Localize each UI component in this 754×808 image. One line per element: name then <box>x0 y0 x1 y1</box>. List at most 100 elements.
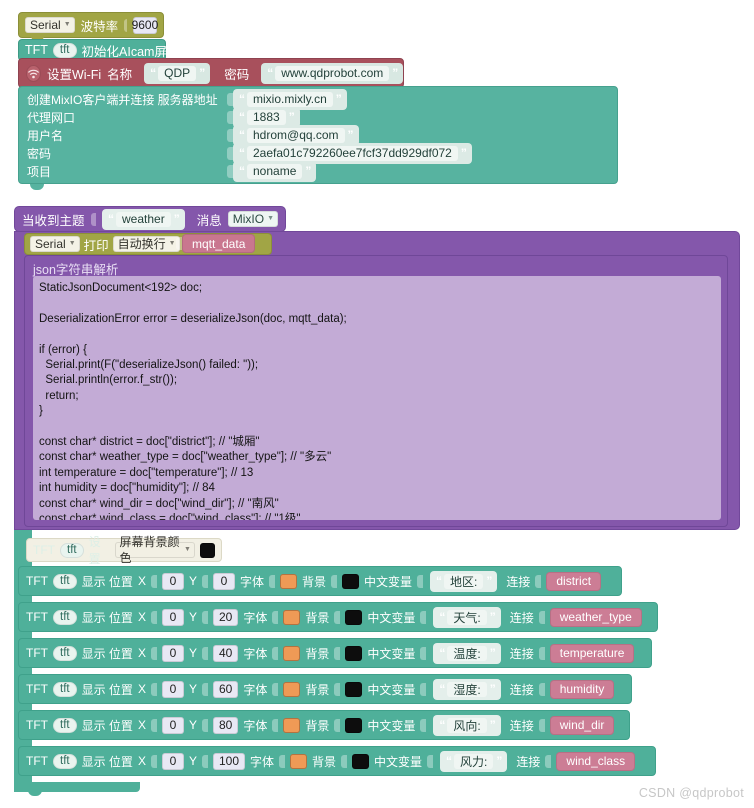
baud-rate-value[interactable]: 9600 <box>132 16 158 34</box>
event-topic-value[interactable]: weather <box>116 211 171 227</box>
mixio-server-value[interactable]: mixio.mixly.cn <box>247 91 333 107</box>
event-message-source-dropdown[interactable]: MixIO ▼ <box>227 211 278 227</box>
tft-y-value[interactable]: 80 <box>212 716 239 734</box>
mixio-row[interactable]: 用户名 “ hdrom@qq.com ” <box>19 124 617 146</box>
serial-setup-block[interactable]: Serial ▼ 波特率 9600 <box>18 12 164 41</box>
tft-object-tag[interactable]: tft <box>53 717 77 733</box>
value-socket <box>341 754 348 768</box>
tft-text-string-block[interactable]: “ 温度: ” <box>433 642 501 664</box>
tft-cn-variable-label: 中文变量 <box>364 574 413 589</box>
mqtt-data-variable-wrapper[interactable]: mqtt_data <box>176 234 256 253</box>
font-color-swatch[interactable] <box>290 753 308 769</box>
tft-text-string-block[interactable]: “ 地区: ” <box>430 570 498 592</box>
blockly-workspace[interactable]: Serial ▼ 波特率 9600 TFT tft 初始化AIcam屏幕 设置W… <box>0 0 754 808</box>
tft-y-value[interactable]: 20 <box>212 608 239 626</box>
tft-display-row[interactable]: TFT tft 显示 位置 X 0 Y 0 字体 背景 中文变量 “ 地区: ”… <box>18 566 622 596</box>
background-color-swatch[interactable] <box>345 681 363 697</box>
tft-x-value[interactable]: 0 <box>161 716 184 734</box>
mixio-username-value[interactable]: hdrom@qq.com <box>247 127 345 143</box>
tft-cn-variable-label: 中文变量 <box>374 754 423 769</box>
chevron-down-icon: ▼ <box>168 240 176 247</box>
tft-text-string-block[interactable]: “ 天气: ” <box>433 606 501 628</box>
code-editor-area[interactable]: StaticJsonDocument<192> doc; Deserializa… <box>33 276 721 520</box>
mixio-project-string-block[interactable]: “ noname ” <box>233 160 317 182</box>
tft-variable-pill[interactable]: weather_type <box>549 607 642 627</box>
background-color-swatch[interactable] <box>345 609 363 625</box>
tft-x-value[interactable]: 0 <box>161 644 184 662</box>
tft-background-property-dropdown[interactable]: 屏幕背景颜色 ▼ <box>114 535 195 565</box>
tft-display-row[interactable]: TFT tft 显示 位置 X 0 Y 100 字体 背景 中文变量 “ 风力:… <box>18 746 656 776</box>
tft-object-tag[interactable]: tft <box>53 573 77 589</box>
tft-text-value[interactable]: 风向: <box>447 717 487 733</box>
tft-display-row[interactable]: TFT tft 显示 位置 X 0 Y 80 字体 背景 中文变量 “ 风向: … <box>18 710 630 740</box>
mixio-row[interactable]: 代理网口 “ 1883 ” <box>19 106 617 128</box>
tft-object-tag[interactable]: tft <box>53 681 77 697</box>
value-socket <box>417 574 424 588</box>
wifi-password-string-block[interactable]: “ www.qdprobot.com ” <box>261 62 404 84</box>
tft-text-string-block[interactable]: “ 湿度: ” <box>433 678 501 700</box>
tft-variable-pill[interactable]: district <box>546 571 602 591</box>
wifi-ssid-string-block[interactable]: “ QDP ” <box>144 62 211 84</box>
tft-y-value[interactable]: 100 <box>212 752 245 770</box>
watermark-text: CSDN @qdprobot <box>638 786 744 800</box>
tft-text-value[interactable]: 温度: <box>447 645 487 661</box>
tft-variable-pill[interactable]: temperature <box>549 643 635 663</box>
mqtt-data-variable[interactable]: mqtt_data <box>182 234 256 253</box>
tft-text-value[interactable]: 天气: <box>447 609 487 625</box>
tft-set-background-color-block[interactable]: TFT tft 设置 屏幕背景颜色 ▼ <box>26 535 222 566</box>
serial-print-mode-dropdown[interactable]: 自动换行 ▼ <box>112 236 180 252</box>
tft-object-tag[interactable]: tft <box>60 542 84 558</box>
tft-object-tag[interactable]: tft <box>53 645 77 661</box>
tft-y-value[interactable]: 40 <box>212 644 239 662</box>
json-string-parse-block[interactable]: json字符串解析 StaticJsonDocument<192> doc; D… <box>24 255 728 527</box>
quote-open-icon: “ <box>239 128 245 142</box>
tft-object-tag[interactable]: tft <box>53 609 77 625</box>
background-color-swatch[interactable] <box>199 542 215 558</box>
background-color-swatch[interactable] <box>342 573 359 589</box>
wifi-setup-block[interactable]: 设置Wi-Fi 名称 “ QDP ” 密码 “ www.qdprobot.com… <box>18 58 404 88</box>
tft-x-value[interactable]: 0 <box>161 608 184 626</box>
event-topic-string-block[interactable]: “ weather ” <box>102 208 185 230</box>
mixio-password-value[interactable]: 2aefa01c792260ee7fcf37dd929df072 <box>247 145 458 161</box>
mixio-row[interactable]: 创建MixIO客户端并连接 服务器地址 “ mixio.mixly.cn ” <box>19 88 617 110</box>
tft-display-row[interactable]: TFT tft 显示 位置 X 0 Y 20 字体 背景 中文变量 “ 天气: … <box>18 602 658 632</box>
tft-text-value[interactable]: 地区: <box>444 573 484 589</box>
tft-x-value[interactable]: 0 <box>161 572 184 590</box>
mixio-row[interactable]: 项目 “ noname ” <box>19 160 617 182</box>
font-color-swatch[interactable] <box>283 609 301 625</box>
tft-variable-pill[interactable]: wind_class <box>556 751 636 771</box>
tft-text-value[interactable]: 湿度: <box>447 681 487 697</box>
wifi-ssid-value[interactable]: QDP <box>158 65 197 81</box>
background-color-swatch[interactable] <box>345 645 363 661</box>
tft-object-tag[interactable]: tft <box>53 753 77 769</box>
tft-x-label: X <box>137 610 146 624</box>
tft-x-value[interactable]: 0 <box>161 680 184 698</box>
value-socket <box>272 718 279 732</box>
mixio-client-block[interactable]: 创建MixIO客户端并连接 服务器地址 “ mixio.mixly.cn ” 代… <box>18 86 618 184</box>
mixio-port-value[interactable]: 1883 <box>247 109 286 125</box>
tft-variable-pill[interactable]: wind_dir <box>549 715 615 735</box>
tft-y-value[interactable]: 60 <box>212 680 239 698</box>
chevron-down-icon: ▼ <box>183 546 191 553</box>
tft-x-value[interactable]: 0 <box>161 752 184 770</box>
tft-text-string-block[interactable]: “ 风力: ” <box>440 750 508 772</box>
font-color-swatch[interactable] <box>283 645 301 661</box>
font-color-swatch[interactable] <box>283 717 301 733</box>
tft-text-string-block[interactable]: “ 风向: ” <box>433 714 501 736</box>
tft-text-value[interactable]: 风力: <box>454 753 494 769</box>
mixio-row[interactable]: 密码 “ 2aefa01c792260ee7fcf37dd929df072 ” <box>19 142 617 164</box>
serial-port-dropdown[interactable]: Serial ▼ <box>30 236 80 252</box>
serial-port-dropdown[interactable]: Serial ▼ <box>25 17 75 33</box>
tft-object-tag[interactable]: tft <box>52 42 77 58</box>
tft-variable-pill[interactable]: humidity <box>549 679 615 699</box>
tft-display-row[interactable]: TFT tft 显示 位置 X 0 Y 60 字体 背景 中文变量 “ 湿度: … <box>18 674 632 704</box>
font-color-swatch[interactable] <box>283 681 301 697</box>
mixio-project-value[interactable]: noname <box>247 163 303 179</box>
wifi-password-value[interactable]: www.qdprobot.com <box>275 65 390 81</box>
tft-display-row[interactable]: TFT tft 显示 位置 X 0 Y 40 字体 背景 中文变量 “ 温度: … <box>18 638 652 668</box>
tft-y-value[interactable]: 0 <box>212 572 235 590</box>
mqtt-on-message-block[interactable]: 当收到主题 “ weather ” 消息 MixIO ▼ <box>14 206 286 232</box>
background-color-swatch[interactable] <box>345 717 363 733</box>
font-color-swatch[interactable] <box>279 573 297 589</box>
background-color-swatch[interactable] <box>352 753 370 769</box>
